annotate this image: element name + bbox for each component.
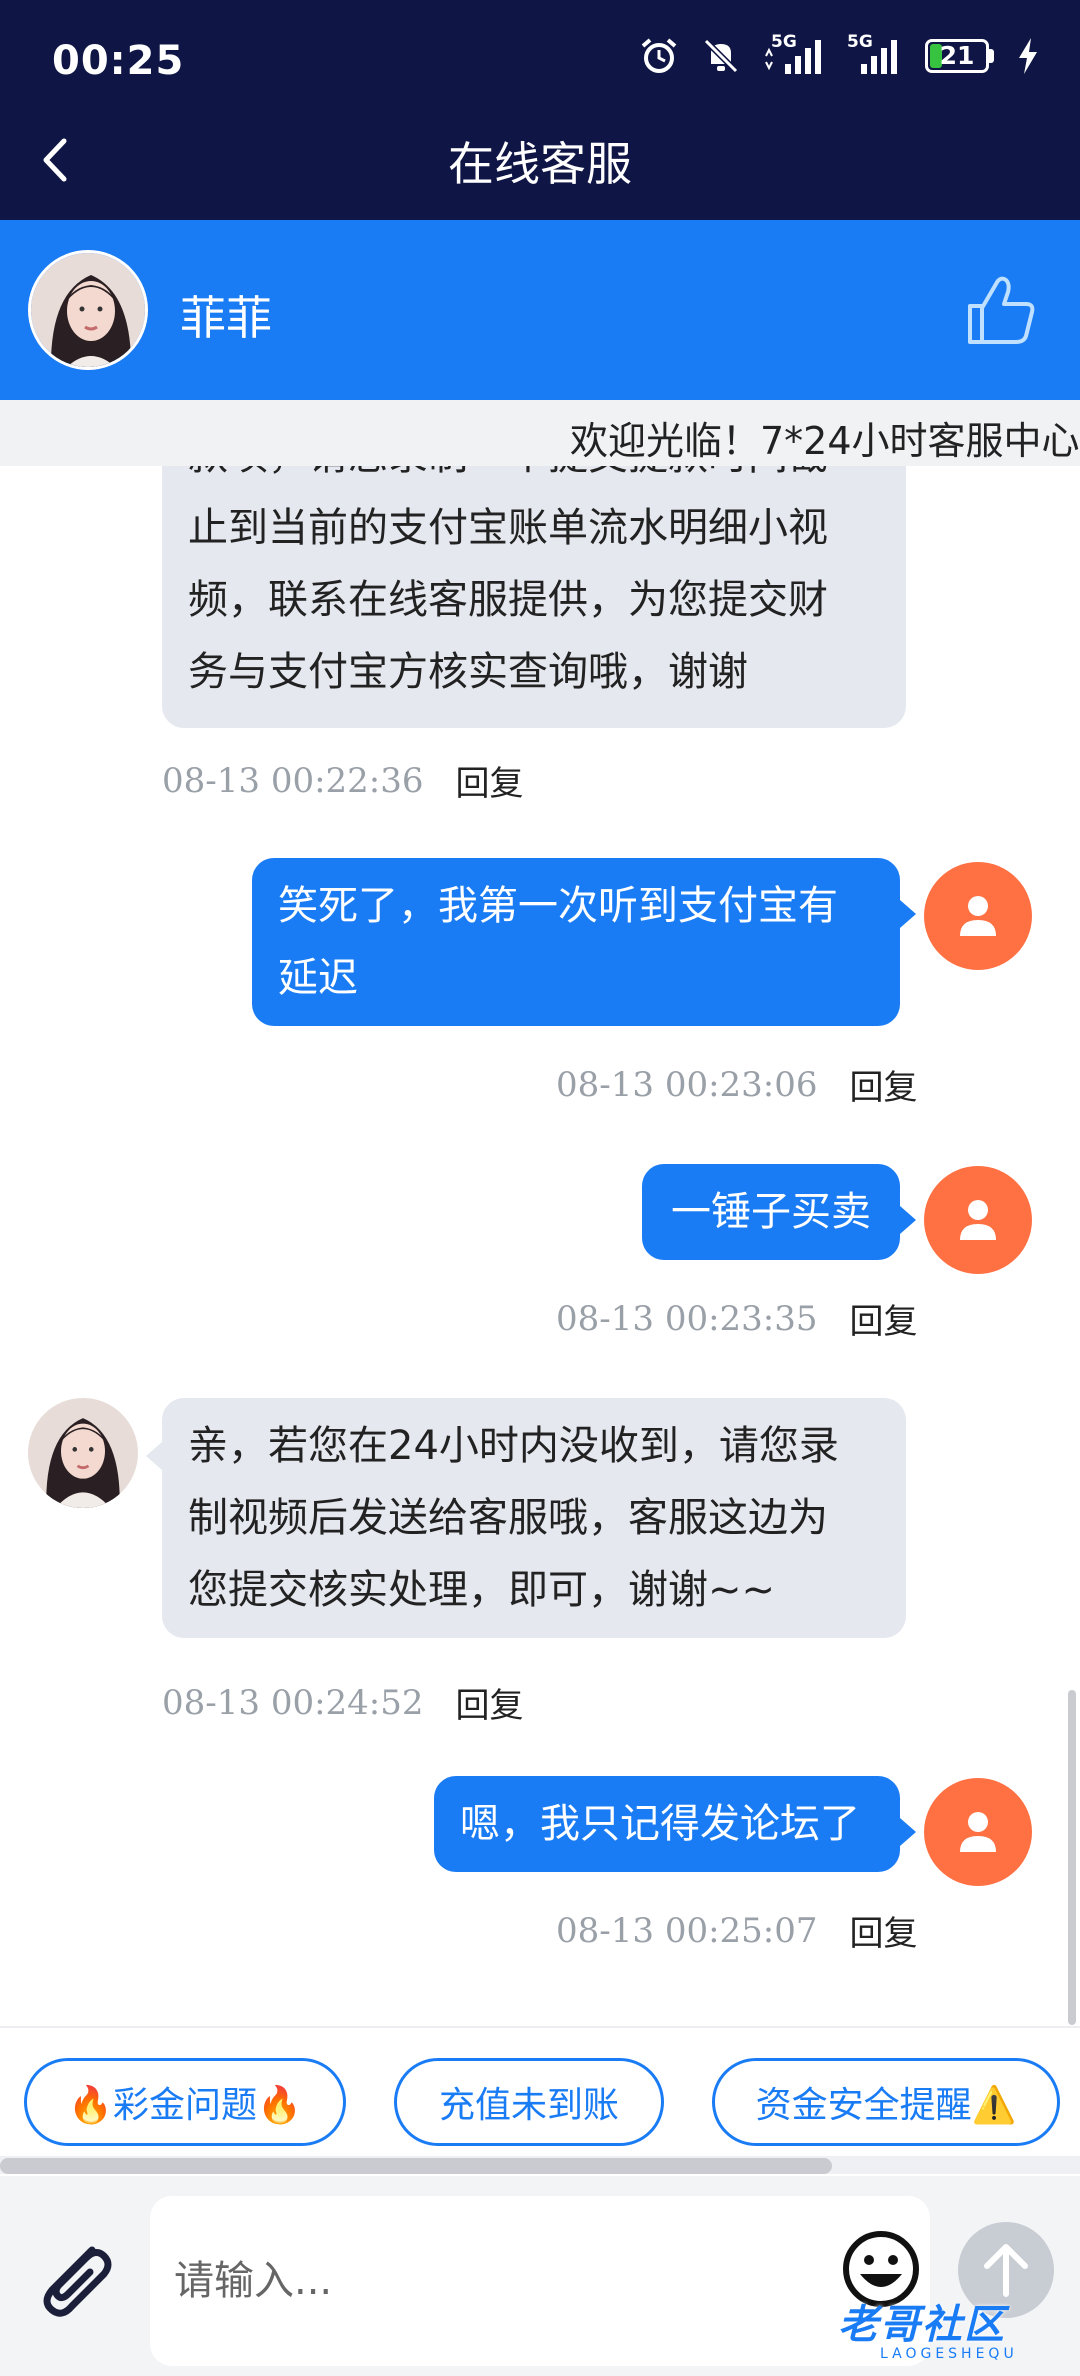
agent-avatar[interactable] bbox=[28, 250, 148, 370]
reply-button[interactable]: 回复 bbox=[850, 1294, 918, 1343]
watermark-subtitle: LAOGESHEQU bbox=[880, 2346, 1018, 2362]
charging-icon bbox=[1019, 38, 1037, 74]
reply-button[interactable]: 回复 bbox=[850, 1060, 918, 1109]
reply-button[interactable]: 回复 bbox=[850, 1906, 918, 1955]
quick-reply-bar: 🔥彩金问题🔥 充值未到账 资金安全提醒⚠️ bbox=[0, 2026, 1080, 2176]
paperclip-icon bbox=[43, 2246, 112, 2317]
notice-marquee: 欢迎光临！7*24小时客服中心 bbox=[0, 400, 1080, 466]
signal-1-icon: 5G bbox=[763, 32, 825, 76]
quick-reply-bonus[interactable]: 🔥彩金问题🔥 bbox=[24, 2058, 346, 2146]
notice-text: 欢迎光临！7*24小时客服中心 bbox=[570, 419, 1080, 463]
message-meta: 08-13 00:23:06 回复 bbox=[556, 1060, 918, 1109]
message-time: 08-13 00:25:07 bbox=[556, 1910, 818, 1951]
agent-message-avatar[interactable] bbox=[28, 1398, 138, 1508]
message-input[interactable] bbox=[150, 2196, 930, 2366]
status-time: 00:25 bbox=[52, 38, 185, 84]
message-line: 止到当前的支付宝账单流水明细小视 bbox=[188, 505, 828, 551]
message-time: 08-13 00:22:36 bbox=[162, 760, 424, 801]
message-meta: 08-13 00:25:07 回复 bbox=[556, 1906, 918, 1955]
page-title: 在线客服 bbox=[448, 137, 632, 191]
message-line: 务与支付宝方核实查询哦，谢谢 bbox=[188, 649, 748, 695]
message-time: 08-13 00:23:35 bbox=[556, 1298, 818, 1339]
user-avatar[interactable] bbox=[924, 1166, 1032, 1274]
watermark-logo: 老哥社区 bbox=[838, 2302, 1006, 2348]
message-meta: 08-13 00:22:36 回复 bbox=[162, 756, 524, 805]
message-bubble-user[interactable]: 一锤子买卖 bbox=[642, 1164, 916, 1260]
attach-button[interactable] bbox=[30, 2232, 120, 2322]
message-line: 嗯，我只记得发论坛了 bbox=[460, 1801, 860, 1847]
user-icon bbox=[960, 896, 996, 936]
mute-bell-icon bbox=[703, 38, 739, 74]
top-bar: 00:25 5G 5G 21 在线客服 bbox=[0, 0, 1080, 220]
agent-header: 菲菲 bbox=[0, 220, 1080, 400]
user-avatar[interactable] bbox=[924, 862, 1032, 970]
message-bubble-agent[interactable]: 款项，请您录制一个提交提款时间截 止到当前的支付宝账单流水明细小视 频，联系在线… bbox=[162, 466, 906, 728]
message-bubble-user[interactable]: 嗯，我只记得发论坛了 bbox=[434, 1776, 916, 1872]
quick-reply-security[interactable]: 资金安全提醒⚠️ bbox=[712, 2058, 1060, 2146]
message-line: 一锤子买卖 bbox=[671, 1189, 871, 1235]
message-time: 08-13 00:24:52 bbox=[162, 1682, 424, 1723]
message-bubble-user[interactable]: 笑死了，我第一次听到支付宝有 延迟 bbox=[252, 858, 916, 1026]
message-line: 频，联系在线客服提供，为您提交财 bbox=[188, 577, 828, 623]
message-line: 延迟 bbox=[278, 955, 358, 1001]
arrow-up-icon bbox=[984, 2244, 1028, 2297]
reply-button[interactable]: 回复 bbox=[456, 756, 524, 805]
chat-area[interactable]: 款项，请您录制一个提交提款时间截 止到当前的支付宝账单流水明细小视 频，联系在线… bbox=[0, 466, 1080, 2026]
message-meta: 08-13 00:24:52 回复 bbox=[162, 1678, 524, 1727]
message-meta: 08-13 00:23:35 回复 bbox=[556, 1294, 918, 1343]
message-line: 您提交核实处理，即可，谢谢~~ bbox=[188, 1567, 776, 1613]
message-line: 笑死了，我第一次听到支付宝有 bbox=[278, 883, 838, 929]
reply-button[interactable]: 回复 bbox=[456, 1678, 524, 1727]
thumbs-up-icon bbox=[968, 276, 1035, 344]
like-button[interactable] bbox=[960, 270, 1040, 350]
message-time: 08-13 00:23:06 bbox=[556, 1064, 818, 1105]
agent-name: 菲菲 bbox=[180, 291, 272, 345]
chat-scrollbar[interactable] bbox=[1068, 1690, 1076, 2025]
message-bubble-agent[interactable]: 亲，若您在24小时内没收到，请您录 制视频后发送给客服哦，客服这边为 您提交核实… bbox=[146, 1398, 906, 1638]
message-line: 亲，若您在24小时内没收到，请您录 bbox=[188, 1423, 839, 1469]
message-line: 制视频后发送给客服哦，客服这边为 bbox=[188, 1495, 828, 1541]
signal-2-icon: 5G bbox=[847, 32, 903, 76]
quick-reply-scrollbar[interactable] bbox=[0, 2158, 832, 2174]
message-line: 款项，请您录制一个提交提款时间截 bbox=[188, 466, 880, 492]
user-icon bbox=[960, 1200, 996, 1240]
alarm-icon bbox=[641, 38, 677, 73]
user-avatar[interactable] bbox=[924, 1778, 1032, 1886]
battery-level: 21 bbox=[939, 41, 975, 70]
battery-icon: 21 bbox=[925, 39, 994, 73]
quick-reply-deposit[interactable]: 充值未到账 bbox=[394, 2058, 664, 2146]
user-icon bbox=[960, 1812, 996, 1852]
status-icons: 5G 5G 21 bbox=[639, 32, 1040, 76]
